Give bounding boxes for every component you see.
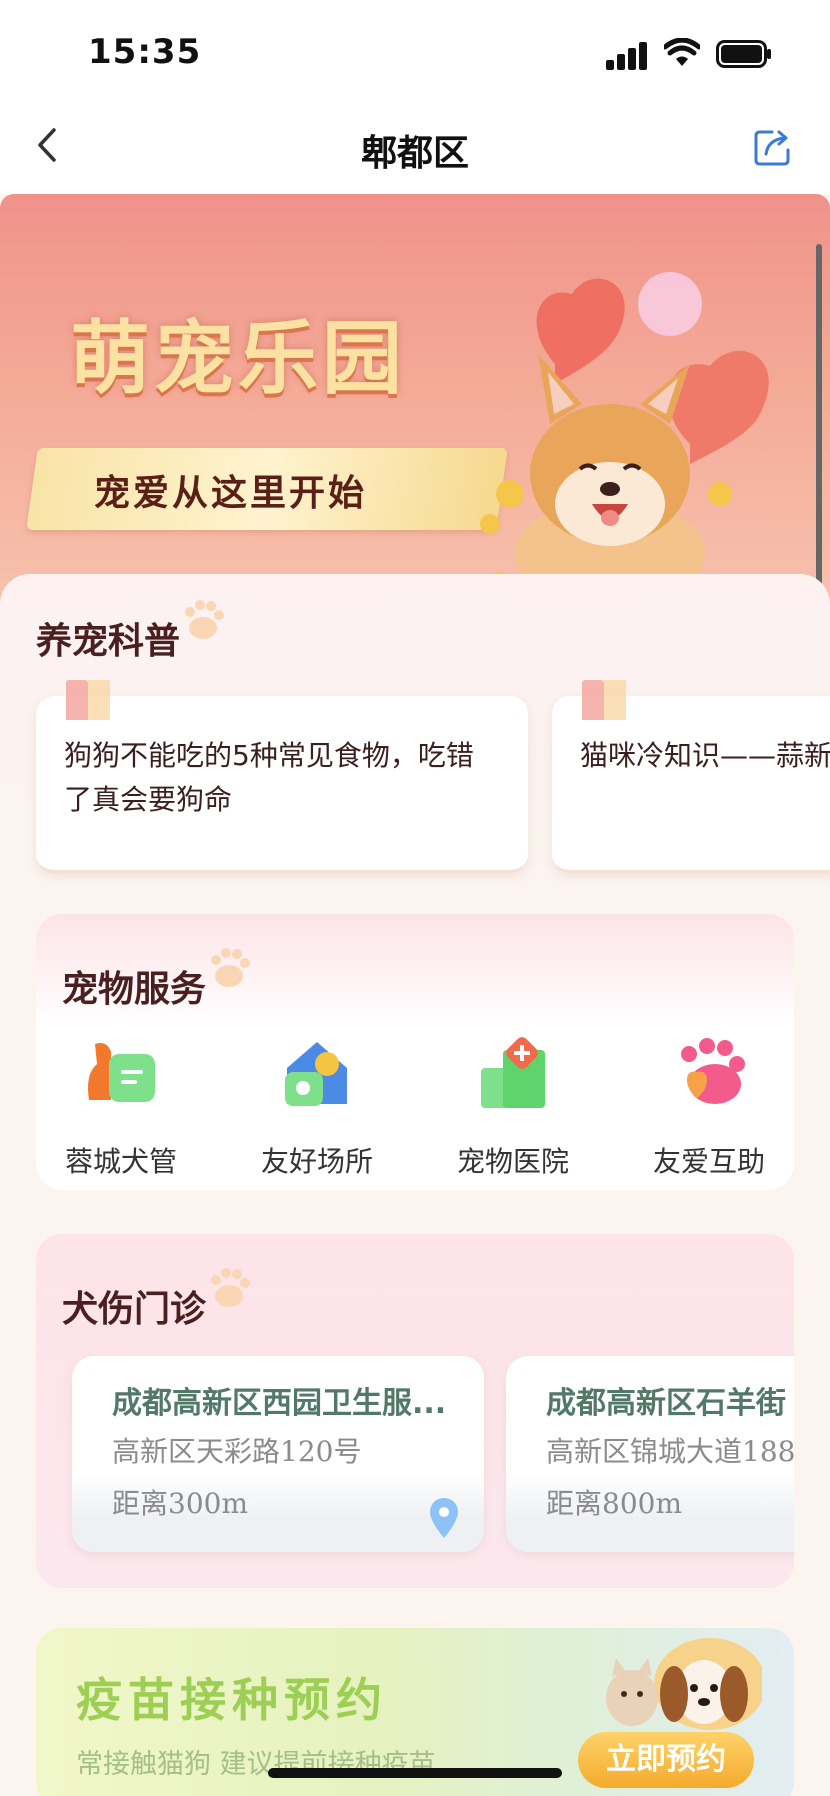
bookmark-icon-accent bbox=[88, 680, 110, 720]
service-label: 宠物医院 bbox=[456, 1145, 569, 1178]
service-item-friendly-places[interactable]: 友好场所 bbox=[232, 1034, 402, 1180]
pet-services-card: 宠物服务 蓉城犬管 友好场所 宠物医院 友爱互助 bbox=[36, 914, 794, 1190]
main-content[interactable]: 萌宠乐园 宠爱从这里开始 养宠科普 狗狗不能吃的5种常见食物，吃错了真会要狗命 … bbox=[0, 194, 830, 1796]
nav-bar: 郫都区 bbox=[0, 100, 830, 194]
page-title: 郫都区 bbox=[360, 133, 469, 174]
wifi-icon bbox=[664, 38, 700, 66]
clinic-name: 成都高新区西园卫生服... bbox=[112, 1386, 447, 1421]
service-label: 友爱互助 bbox=[652, 1145, 765, 1178]
clinic-distance: 距离300m bbox=[112, 1487, 248, 1520]
cat-dog-illustration bbox=[606, 1638, 762, 1730]
service-item-dog-management[interactable]: 蓉城犬管 bbox=[36, 1034, 206, 1180]
signal-icon bbox=[606, 40, 650, 70]
paw-icon bbox=[211, 1268, 250, 1307]
paw-icon bbox=[185, 600, 224, 639]
bookmark-icon bbox=[66, 680, 88, 720]
dog-bite-clinic-card: 犬伤门诊 成都高新区西园卫生服... 高新区天彩路120号 距离300m 成都高… bbox=[36, 1234, 794, 1588]
paw-heart-icon bbox=[681, 1038, 745, 1104]
pet-friendly-place-icon bbox=[285, 1042, 347, 1106]
clinic-card[interactable]: 成都高新区西园卫生服... 高新区天彩路120号 距离300m bbox=[72, 1356, 484, 1552]
service-item-pet-hospital[interactable]: 宠物医院 bbox=[428, 1034, 598, 1180]
bookmark-icon-accent bbox=[604, 680, 626, 720]
services-section-title: 宠物服务 bbox=[62, 969, 207, 1010]
content-sheet: 养宠科普 狗狗不能吃的5种常见食物，吃错了真会要狗命 猫咪冷知识——蒜新 宠物服… bbox=[0, 574, 830, 1796]
home-indicator[interactable] bbox=[268, 1768, 562, 1778]
status-bar: 15:35 bbox=[0, 0, 830, 100]
book-now-button[interactable]: 立即预约 bbox=[578, 1732, 754, 1788]
bookmark-icon bbox=[582, 680, 604, 720]
clinic-distance: 距离800m bbox=[546, 1487, 682, 1520]
clinics-section-title: 犬伤门诊 bbox=[62, 1289, 207, 1330]
clinic-address: 高新区锦城大道188 bbox=[546, 1435, 794, 1468]
article-card[interactable]: 狗狗不能吃的5种常见食物，吃错了真会要狗命 bbox=[36, 680, 528, 873]
vaccine-title: 疫苗接种预约 bbox=[76, 1673, 388, 1727]
clinic-address: 高新区天彩路120号 bbox=[112, 1435, 362, 1468]
location-pin-icon bbox=[430, 1498, 458, 1538]
status-time: 15:35 bbox=[88, 32, 202, 72]
article-title: 狗狗不能吃的5种常见食物，吃错了真会要狗命 bbox=[64, 739, 474, 816]
service-item-mutual-aid[interactable]: 友爱互助 bbox=[624, 1034, 794, 1180]
share-icon[interactable] bbox=[752, 126, 794, 168]
battery-icon bbox=[716, 40, 771, 68]
science-section-title: 养宠科普 bbox=[36, 621, 181, 662]
corgi-illustration bbox=[480, 272, 769, 609]
service-label: 友好场所 bbox=[260, 1145, 373, 1178]
clinic-name: 成都高新区石羊街 bbox=[546, 1386, 786, 1421]
service-label: 蓉城犬管 bbox=[64, 1145, 177, 1178]
hero-banner: 萌宠乐园 宠爱从这里开始 bbox=[0, 194, 830, 704]
hero-title: 萌宠乐园 bbox=[70, 312, 406, 405]
clinic-card[interactable]: 成都高新区石羊街 高新区锦城大道188 距离800m bbox=[506, 1356, 794, 1552]
dog-id-icon bbox=[88, 1043, 155, 1102]
hero-subtitle: 宠爱从这里开始 bbox=[94, 473, 368, 514]
article-card[interactable]: 猫咪冷知识——蒜新 bbox=[552, 680, 830, 873]
article-title: 猫咪冷知识——蒜新 bbox=[580, 739, 830, 772]
paw-icon bbox=[211, 948, 250, 987]
pet-hospital-icon bbox=[481, 1037, 545, 1108]
